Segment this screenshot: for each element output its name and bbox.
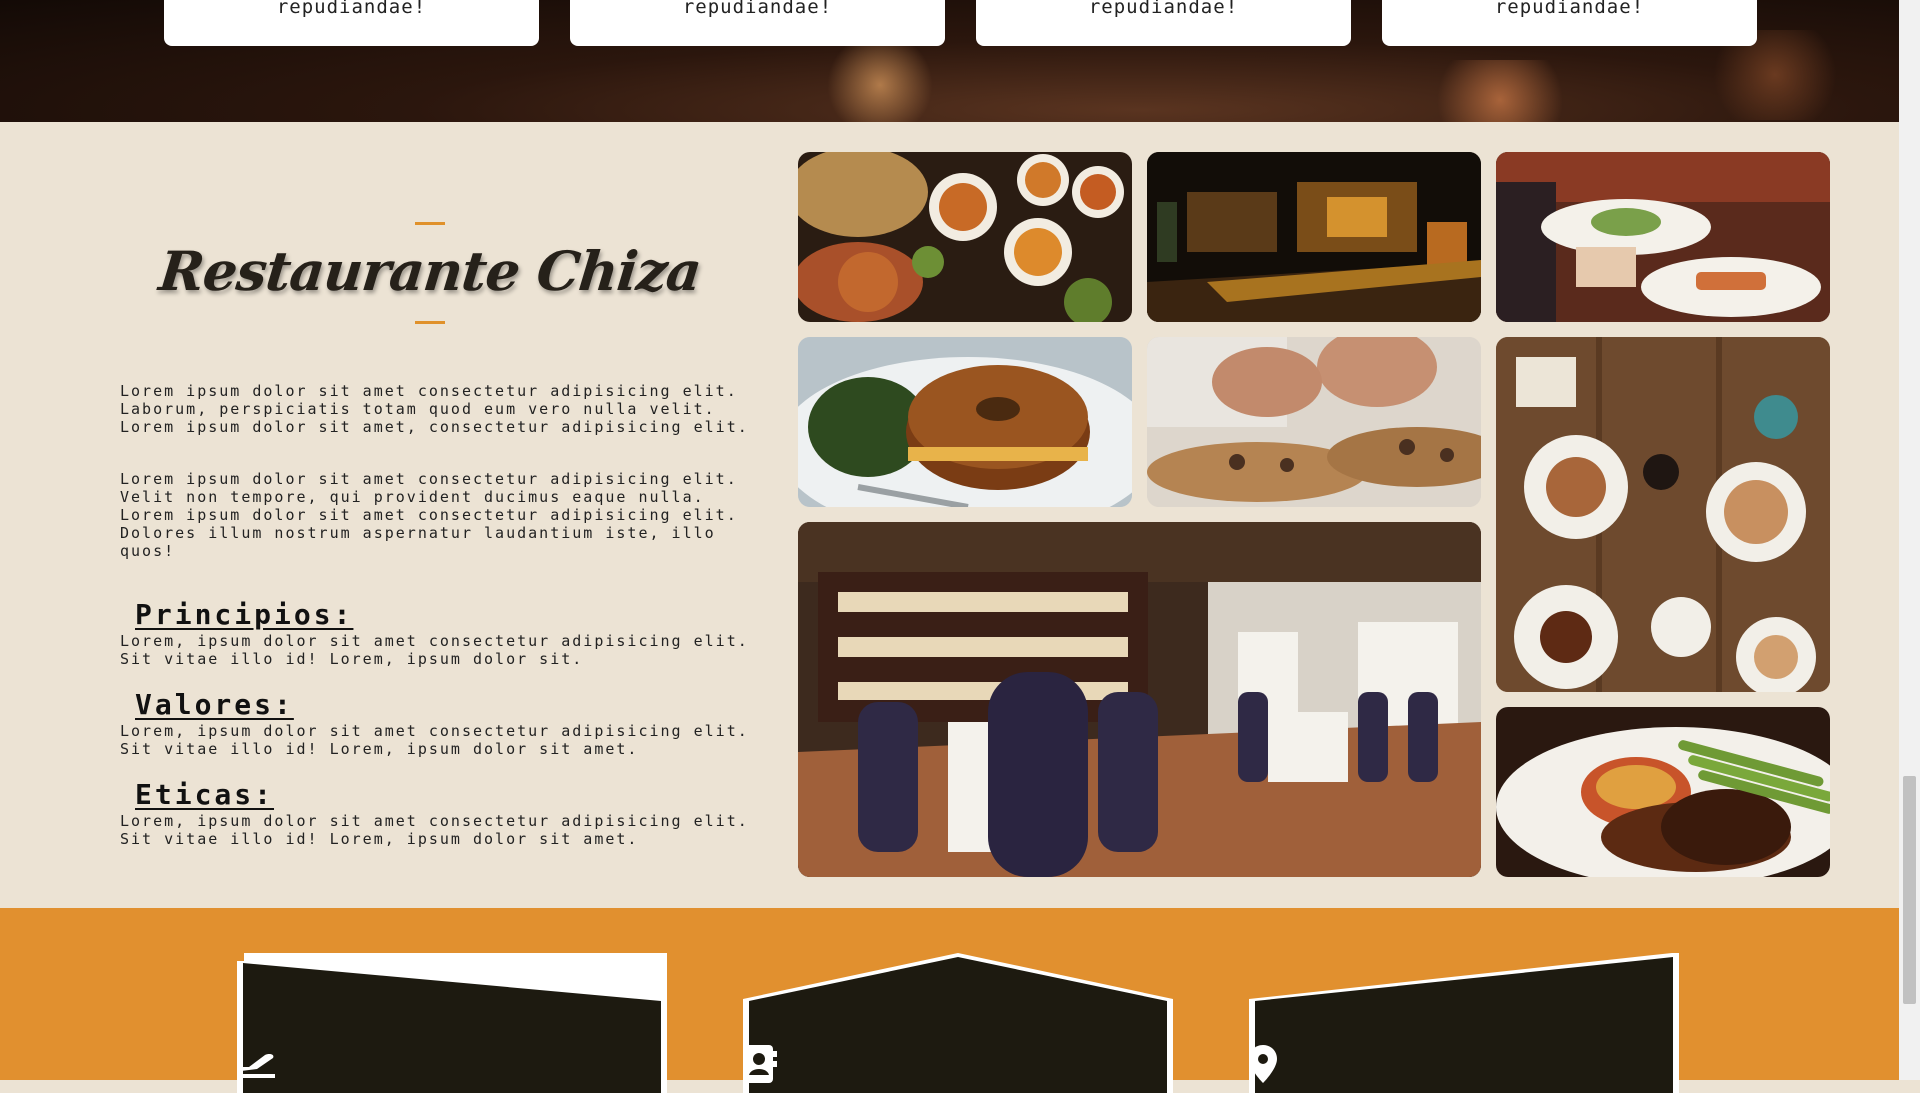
info-card: repudiandae! [976,0,1351,46]
gallery-image-indian-food [798,152,1132,322]
principios-heading: Principios: [135,598,354,631]
gallery-image-steak [1496,707,1830,877]
about-section: Restaurante Chiza Lorem ipsum dolor sit … [0,122,1899,908]
eticas-text: Lorem, ipsum dolor sit amet consectetur … [120,812,749,848]
gallery-image-bar-interior [1147,152,1481,322]
hero-banner-bottom: repudiandae! repudiandae! repudiandae! r… [0,0,1899,122]
title-divider-top [415,222,445,225]
about-paragraph: Lorem ipsum dolor sit amet consectetur a… [120,382,749,436]
valores-text: Lorem, ipsum dolor sit amet consectetur … [120,722,749,758]
info-card: repudiandae! [1382,0,1757,46]
card-text: repudiandae! [682,0,833,18]
page-scrollbar[interactable] [1899,0,1920,1080]
eticas-heading: Eticas: [135,778,275,811]
info-card: repudiandae! [570,0,945,46]
feature-panel-location [1249,953,1679,1093]
title-divider-bottom [415,321,445,324]
gallery-image-table-top [1496,337,1830,692]
gallery-image-waiter-plates [1496,152,1830,322]
title-block: Restaurante Chiza [120,222,740,324]
principios-text: Lorem, ipsum dolor sit amet consectetur … [120,632,749,668]
gallery-image-chef-plating [1147,337,1481,507]
gallery-image-bagel-sandwich [798,337,1132,507]
feature-panel-travel [237,953,667,1093]
feature-panel-contact [743,953,1173,1093]
gallery-image-dining-room [798,522,1481,877]
restaurant-title: Restaurante Chiza [156,239,704,303]
valores-heading: Valores: [135,688,294,721]
about-paragraph: Lorem ipsum dolor sit amet consectetur a… [120,470,738,560]
card-text: repudiandae! [1088,0,1239,18]
card-text: repudiandae! [276,0,427,18]
info-card: repudiandae! [164,0,539,46]
features-section [0,908,1899,1093]
scrollbar-thumb[interactable] [1903,776,1916,1004]
card-text: repudiandae! [1494,0,1645,18]
